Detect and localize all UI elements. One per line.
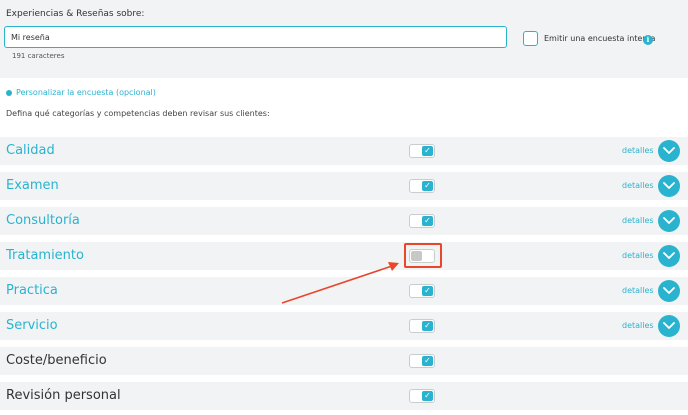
category-label: Practica <box>6 283 58 298</box>
chevron-down-icon <box>663 147 675 154</box>
bullet-icon <box>6 89 12 96</box>
expand-button[interactable] <box>658 140 680 162</box>
category-toggle[interactable]: ✓ <box>409 389 435 403</box>
category-row: Consultoría ✓ detalles <box>0 207 688 235</box>
chevron-down-icon <box>663 217 675 224</box>
details-link[interactable]: detalles <box>622 207 654 235</box>
details-link[interactable]: detalles <box>622 137 654 165</box>
category-label: Consultoría <box>6 213 80 228</box>
category-toggle[interactable]: ✓ <box>409 319 435 333</box>
check-icon: ✓ <box>422 321 433 331</box>
section-label: Experiencias & Reseñas sobre: <box>6 9 145 19</box>
category-row: Calidad ✓ detalles <box>0 137 688 165</box>
check-icon: ✓ <box>422 391 433 401</box>
internal-survey-label: Emitir una encuesta interna <box>544 34 656 43</box>
expand-button[interactable] <box>658 245 680 267</box>
expand-button[interactable] <box>658 315 680 337</box>
category-toggle[interactable]: ✓ <box>409 144 435 158</box>
category-row: Servicio ✓ detalles <box>0 312 688 340</box>
category-row: Tratamiento detalles <box>0 242 688 270</box>
category-toggle[interactable]: ✓ <box>409 284 435 298</box>
customize-survey-link[interactable]: Personalizar la encuesta (opcional) <box>6 88 156 97</box>
check-icon: ✓ <box>422 146 433 156</box>
category-row: Practica ✓ detalles <box>0 277 688 305</box>
category-label: Coste/beneficio <box>6 353 107 368</box>
expand-button[interactable] <box>658 210 680 232</box>
category-label: Tratamiento <box>6 248 84 263</box>
details-link[interactable]: detalles <box>622 172 654 200</box>
expand-button[interactable] <box>658 280 680 302</box>
details-link[interactable]: detalles <box>622 277 654 305</box>
category-label: Revisión personal <box>6 388 121 403</box>
review-title-input[interactable] <box>4 26 507 48</box>
chevron-down-icon <box>663 287 675 294</box>
category-label: Calidad <box>6 143 55 158</box>
category-toggle[interactable]: ✓ <box>409 179 435 193</box>
category-row: Examen ✓ detalles <box>0 172 688 200</box>
check-icon: ✓ <box>422 356 433 366</box>
category-row: Coste/beneficio ✓ <box>0 347 688 375</box>
details-link[interactable]: detalles <box>622 242 654 270</box>
highlight-box <box>404 243 442 268</box>
review-header-panel: Experiencias & Reseñas sobre: 191 caract… <box>0 0 688 78</box>
check-icon: ✓ <box>422 216 433 226</box>
char-count: 191 caracteres <box>12 52 65 60</box>
chevron-down-icon <box>663 252 675 259</box>
internal-survey-checkbox[interactable] <box>523 31 538 46</box>
check-icon: ✓ <box>422 181 433 191</box>
chevron-down-icon <box>663 322 675 329</box>
chevron-down-icon <box>663 182 675 189</box>
category-toggle[interactable]: ✓ <box>409 354 435 368</box>
info-icon[interactable]: i <box>643 35 653 45</box>
details-link[interactable]: detalles <box>622 312 654 340</box>
customize-survey-label: Personalizar la encuesta (opcional) <box>16 88 156 97</box>
category-label: Examen <box>6 178 59 193</box>
category-label: Servicio <box>6 318 58 333</box>
expand-button[interactable] <box>658 175 680 197</box>
category-row: Revisión personal ✓ <box>0 382 688 410</box>
instructions-text: Defina qué categorías y competencias deb… <box>6 109 270 118</box>
check-icon: ✓ <box>422 286 433 296</box>
category-toggle[interactable]: ✓ <box>409 214 435 228</box>
